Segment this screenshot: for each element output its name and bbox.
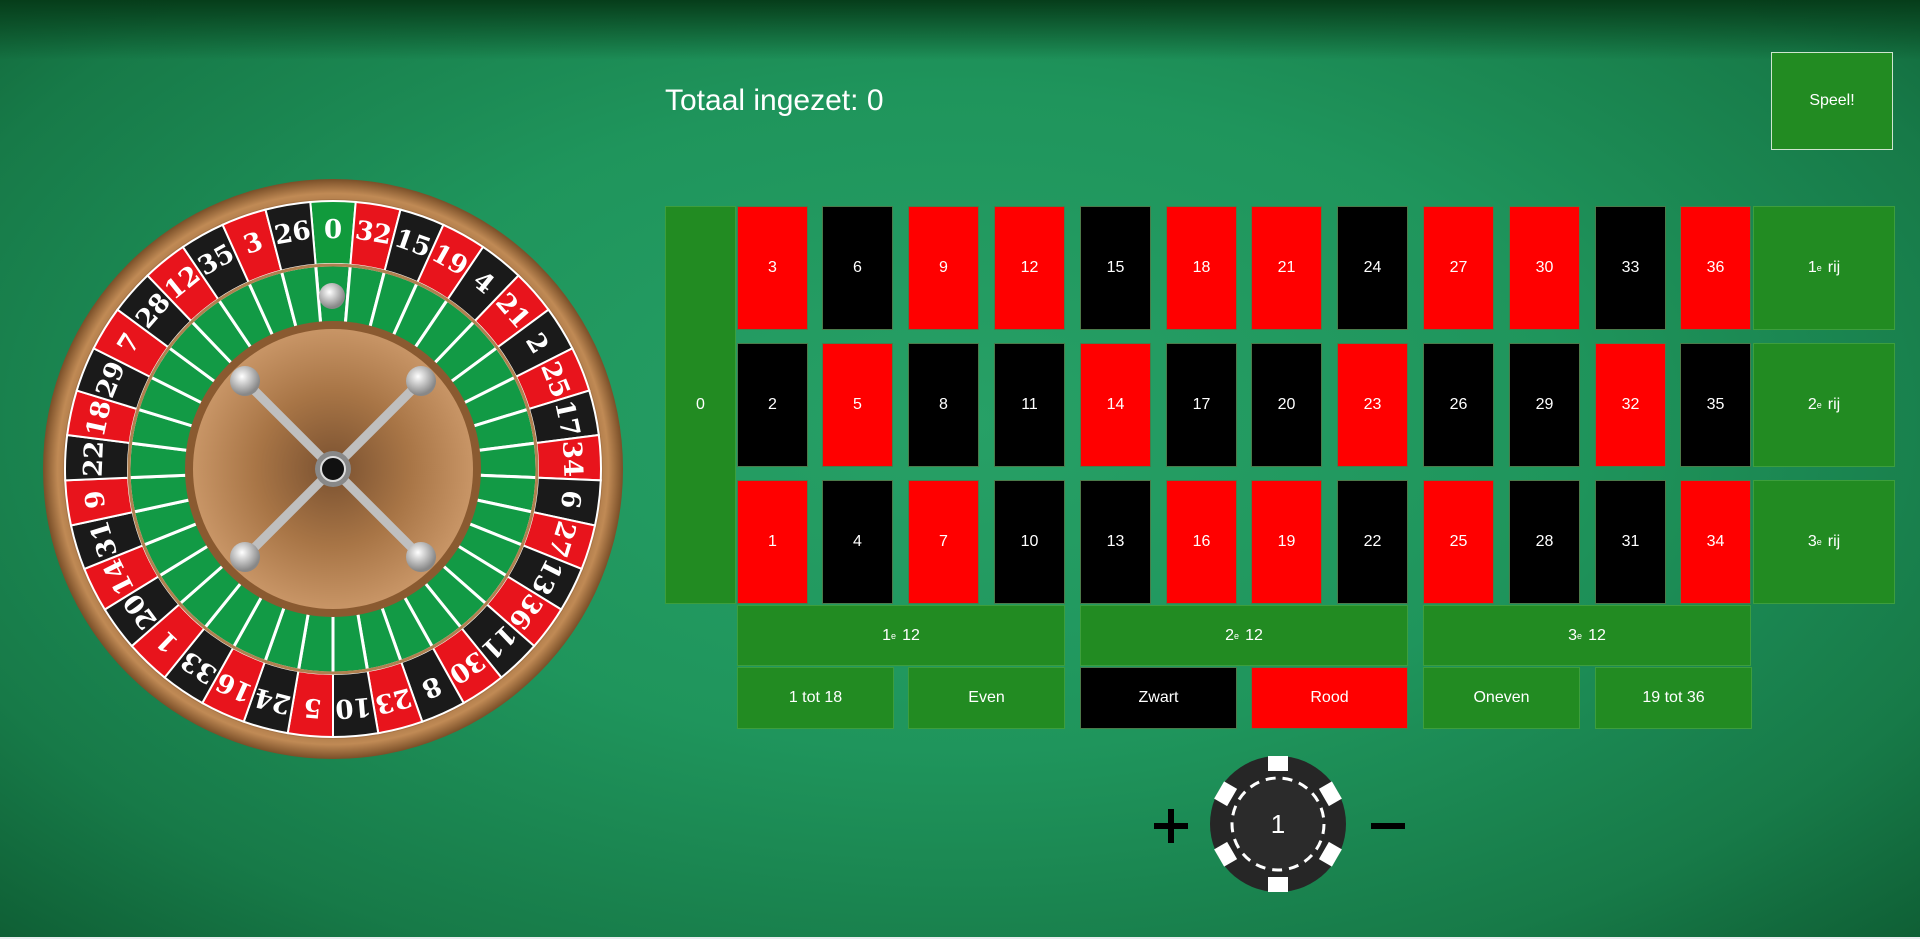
number-cell[interactable]: 28 <box>1509 480 1580 604</box>
number-cell[interactable]: 22 <box>1337 480 1408 604</box>
table-top-shade <box>0 0 1920 60</box>
number-cell[interactable]: 30 <box>1509 206 1580 330</box>
chip-notch <box>1268 756 1288 771</box>
dozen-ordinal: 1 <box>882 626 892 644</box>
outside-bet-cell[interactable]: Rood <box>1251 667 1408 729</box>
wheel-number: 9 <box>80 488 112 510</box>
outside-bet-cell[interactable]: Even <box>908 667 1065 729</box>
dozen-label: 12 <box>1245 626 1263 644</box>
wheel-spoke-knob <box>406 366 436 396</box>
wheel-spoke-knob <box>230 366 260 396</box>
row-bet-ordinal: 2 <box>1807 396 1817 413</box>
wheel-spoke-knob <box>406 542 436 572</box>
dozen-ordinal: 2 <box>1225 626 1235 644</box>
roulette-ball <box>319 283 345 309</box>
spin-button[interactable]: Speel! <box>1771 52 1893 150</box>
dozen-bet-cell[interactable]: 1 e 12 <box>737 605 1065 666</box>
row-bet-suffix: e <box>1816 400 1822 410</box>
wheel-number: 10 <box>334 691 373 724</box>
row-bet-suffix: e <box>1816 263 1822 273</box>
total-bet-display: Totaal ingezet: 0 <box>665 84 884 118</box>
dozen-bet-cell[interactable]: 3 e 12 <box>1423 605 1751 666</box>
number-cell[interactable]: 21 <box>1251 206 1322 330</box>
number-cell[interactable]: 3 <box>737 206 808 330</box>
row-bet-ordinal: 1 <box>1807 259 1817 276</box>
number-cell[interactable]: 20 <box>1251 343 1322 467</box>
roulette-wheel: 0 321519421225173462713361130823105241633… <box>43 179 623 759</box>
wheel-spoke-knob <box>230 542 260 572</box>
number-cell[interactable]: 19 <box>1251 480 1322 604</box>
number-cell[interactable]: 32 <box>1595 343 1666 467</box>
wheel-number: 32 <box>353 216 394 252</box>
number-cell[interactable]: 15 <box>1080 206 1151 330</box>
row-bet-cell[interactable]: 3 e rij <box>1753 480 1895 604</box>
dozen-label: 12 <box>1588 626 1606 644</box>
wheel-number: 22 <box>78 440 110 477</box>
chip[interactable]: 1 <box>1208 754 1348 894</box>
row-bet-label: rij <box>1827 396 1841 413</box>
number-cell[interactable]: 34 <box>1680 480 1751 604</box>
outside-bet-cell[interactable]: Oneven <box>1423 667 1580 729</box>
number-cell[interactable]: 7 <box>908 480 979 604</box>
number-cell[interactable]: 35 <box>1680 343 1751 467</box>
dozen-suffix: e <box>1577 630 1583 641</box>
outside-bet-cell[interactable]: 1 tot 18 <box>737 667 894 729</box>
number-cell[interactable]: 16 <box>1166 480 1237 604</box>
number-cell[interactable]: 36 <box>1680 206 1751 330</box>
wheel-center <box>320 456 346 482</box>
number-cell[interactable]: 33 <box>1595 206 1666 330</box>
row-bet-label: rij <box>1827 533 1841 550</box>
number-cell[interactable]: 29 <box>1509 343 1580 467</box>
number-cell[interactable]: 8 <box>908 343 979 467</box>
chip-value: 1 <box>1271 809 1285 839</box>
wheel-number: 0 <box>324 215 342 245</box>
total-bet-label: Totaal ingezet: <box>665 84 859 117</box>
outside-bet-cell[interactable]: Zwart <box>1080 667 1237 729</box>
number-cell[interactable]: 2 <box>737 343 808 467</box>
row-bet-cell[interactable]: 2 e rij <box>1753 343 1895 467</box>
outside-bet-cell[interactable]: 19 tot 36 <box>1595 667 1752 729</box>
zero-cell[interactable]: 0 <box>665 206 736 604</box>
minus-icon[interactable] <box>1368 806 1408 846</box>
wheel-number: 5 <box>302 691 323 722</box>
number-cell[interactable]: 17 <box>1166 343 1237 467</box>
number-cell[interactable]: 12 <box>994 206 1065 330</box>
dozen-suffix: e <box>1234 630 1240 641</box>
number-cell[interactable]: 4 <box>822 480 893 604</box>
number-cell[interactable]: 23 <box>1337 343 1408 467</box>
dozen-suffix: e <box>891 630 897 641</box>
row-bet-cell[interactable]: 1 e rij <box>1753 206 1895 330</box>
number-cell[interactable]: 11 <box>994 343 1065 467</box>
number-cell[interactable]: 31 <box>1595 480 1666 604</box>
number-cell[interactable]: 10 <box>994 480 1065 604</box>
wheel-number: 26 <box>272 216 313 252</box>
row-bet-label: rij <box>1827 259 1841 276</box>
number-cell[interactable]: 6 <box>822 206 893 330</box>
number-cell[interactable]: 18 <box>1166 206 1237 330</box>
number-cell[interactable]: 9 <box>908 206 979 330</box>
dozen-bet-cell[interactable]: 2 e 12 <box>1080 605 1408 666</box>
chip-selector: 1 <box>1140 750 1420 892</box>
number-cell[interactable]: 5 <box>822 343 893 467</box>
number-cell[interactable]: 13 <box>1080 480 1151 604</box>
number-cell[interactable]: 24 <box>1337 206 1408 330</box>
row-bet-suffix: e <box>1816 537 1822 547</box>
wheel-number: 6 <box>554 488 586 510</box>
number-cell[interactable]: 26 <box>1423 343 1494 467</box>
plus-icon[interactable] <box>1151 806 1191 846</box>
number-cell[interactable]: 27 <box>1423 206 1494 330</box>
row-bet-ordinal: 3 <box>1807 533 1817 550</box>
dozen-ordinal: 3 <box>1568 626 1578 644</box>
number-cell[interactable]: 14 <box>1080 343 1151 467</box>
total-bet-value: 0 <box>866 84 884 117</box>
number-cell[interactable]: 1 <box>737 480 808 604</box>
wheel-number: 34 <box>556 440 588 477</box>
dozen-label: 12 <box>902 626 920 644</box>
chip-notch <box>1268 877 1288 892</box>
number-cell[interactable]: 25 <box>1423 480 1494 604</box>
